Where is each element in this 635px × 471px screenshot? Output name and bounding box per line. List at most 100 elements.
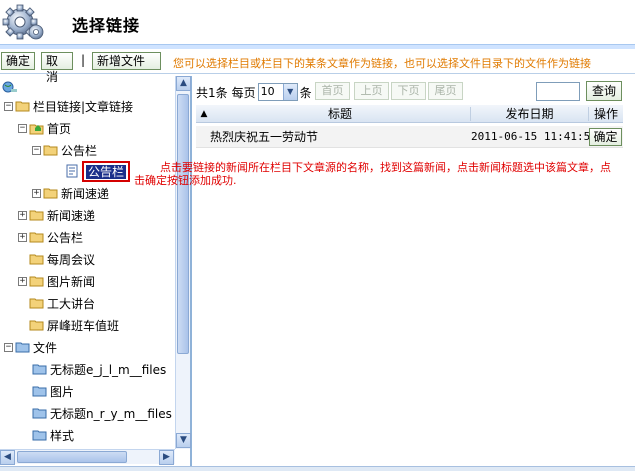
header: 选择链接	[0, 0, 635, 44]
tree-node-label[interactable]: 工大讲台	[47, 295, 95, 312]
folder-icon	[29, 296, 45, 310]
tree-node-label[interactable]: 屏峰班车值班	[47, 317, 119, 334]
toolbar: 确定 取消 | 新增文件 您可以选择栏目或栏目下的某条文章作为链接，也可以选择文…	[0, 50, 635, 84]
tree-node-notice-2[interactable]: + 公告栏	[18, 228, 83, 246]
row-title[interactable]: 热烈庆祝五一劳动节	[210, 126, 318, 148]
pager: 共1条 每页 10 ▼ 条	[196, 82, 312, 102]
header-action: 操作	[593, 107, 618, 121]
cancel-button[interactable]: 取消	[41, 52, 73, 84]
tree-node-file[interactable]: 无标题e_j_l_m__files	[32, 360, 166, 378]
scroll-down-icon[interactable]: ▼	[176, 433, 191, 448]
prev-page-button[interactable]: 上页	[354, 82, 389, 100]
scroll-up-icon[interactable]: ▲	[176, 76, 191, 91]
article-panel: 共1条 每页 10 ▼ 条 首页 上页 下页 尾页 查询 ▲ 标题 发布日期 操…	[194, 76, 635, 466]
tree-node-shuttle-duty[interactable]: 屏峰班车值班	[29, 316, 119, 334]
scroll-right-icon[interactable]: ▶	[159, 450, 174, 465]
note-line: 点击要链接的新闻所在栏目下文章源的名称，找到这篇新闻，点击新闻标题选中该篇文章，…	[160, 161, 611, 174]
expand-icon[interactable]: +	[18, 276, 27, 286]
note-line: 击确定按钮添加成功.	[134, 174, 237, 187]
header-divider	[0, 44, 635, 49]
tree-vertical-scrollbar[interactable]: ▲ ▼	[175, 76, 191, 449]
tree-node-label[interactable]: 图片	[50, 383, 74, 400]
expand-icon[interactable]: +	[18, 232, 27, 242]
folder-icon	[29, 252, 45, 266]
toolbar-hint: 您可以选择栏目或栏目下的某条文章作为链接，也可以选择文件目录下的文件作为链接	[173, 57, 591, 70]
last-page-button[interactable]: 尾页	[428, 82, 463, 100]
search-input[interactable]	[536, 82, 580, 101]
row-date: 2011-06-15 11:41:56	[471, 130, 597, 143]
tree-node-label[interactable]: 栏目链接|文章链接	[33, 98, 133, 115]
scroll-thumb[interactable]	[177, 94, 189, 354]
tree-node-weekly-meeting[interactable]: 每周会议	[29, 250, 95, 268]
next-page-button[interactable]: 下页	[391, 82, 426, 100]
folder-icon	[29, 230, 45, 244]
tree-node-label[interactable]: 公告栏	[61, 142, 97, 159]
tree-panel: − 栏目链接|文章链接 − 首页 − 公告栏 公告栏 + 新闻速递 + 新闻速递…	[0, 76, 192, 466]
home-icon	[29, 121, 45, 135]
tree-node-label[interactable]: 首页	[47, 120, 71, 137]
selected-source-highlight[interactable]: 公告栏	[82, 160, 131, 182]
tree-node-label[interactable]: 无标题e_j_l_m__files	[50, 361, 166, 378]
globe-icon	[2, 80, 18, 94]
sort-icon[interactable]: ▲	[198, 105, 210, 123]
collapse-icon[interactable]: −	[4, 342, 13, 352]
tree-node-lecture[interactable]: 工大讲台	[29, 294, 95, 312]
tree-node-news[interactable]: + 新闻速递	[18, 206, 95, 224]
tree-node-label[interactable]: 无标题n_r_y_m__files	[50, 405, 172, 422]
folder-open-icon	[15, 99, 31, 113]
folder-icon	[43, 186, 59, 200]
tree-root-node[interactable]	[2, 78, 20, 96]
first-page-button[interactable]: 首页	[315, 82, 350, 100]
header-date[interactable]: 发布日期	[471, 105, 588, 123]
blue-folder-icon	[32, 384, 48, 398]
tree-node-label[interactable]: 每周会议	[47, 251, 95, 268]
tree-node-label[interactable]: 公告栏	[47, 229, 83, 246]
folder-open-icon	[43, 143, 59, 157]
status-bar	[0, 466, 635, 471]
per-page-label: 每页	[231, 85, 256, 100]
expand-icon[interactable]: +	[18, 210, 27, 220]
scroll-left-icon[interactable]: ◀	[0, 450, 15, 465]
instruction-note: 点击要链接的新闻所在栏目下文章源的名称，找到这篇新闻，点击新闻标题选中该篇文章，…	[134, 161, 634, 187]
tree-horizontal-scrollbar[interactable]: ◀ ▶	[0, 449, 175, 465]
folder-icon	[29, 208, 45, 222]
tree-node-column-root[interactable]: − 栏目链接|文章链接	[4, 97, 133, 115]
per-page-value: 10	[260, 85, 275, 98]
search-button[interactable]: 查询	[586, 81, 622, 101]
tree-node-file[interactable]: 图片	[32, 382, 74, 400]
per-page-select[interactable]: 10 ▼	[257, 83, 298, 101]
page-title: 选择链接	[72, 16, 141, 35]
tree-node-file[interactable]: 无标题n_r_y_m__files	[32, 404, 172, 422]
tree-node-photo-news[interactable]: + 图片新闻	[18, 272, 95, 290]
scroll-thumb[interactable]	[17, 451, 127, 463]
new-file-button[interactable]: 新增文件	[92, 52, 161, 70]
tree-node-notice[interactable]: − 公告栏	[32, 141, 97, 159]
tree-node-label[interactable]: 文件	[33, 339, 57, 356]
gear-icon	[2, 2, 46, 42]
tree-node-notice-source[interactable]: 公告栏	[64, 160, 131, 182]
collapse-icon[interactable]: −	[32, 145, 41, 155]
grid-header: ▲ 标题 发布日期 操作	[196, 105, 623, 123]
tree-node-label[interactable]: 样式	[50, 427, 74, 444]
tree-node-file[interactable]: 样式	[32, 426, 74, 444]
table-row[interactable]: 热烈庆祝五一劳动节 2011-06-15 11:41:56 确定	[196, 126, 623, 148]
total-count: 共1条	[196, 85, 228, 100]
folder-icon	[29, 274, 45, 288]
collapse-icon[interactable]: −	[18, 123, 27, 133]
tree-node-news-child[interactable]: + 新闻速递	[32, 184, 109, 202]
tree-node-label[interactable]: 图片新闻	[47, 273, 95, 290]
per-page-unit: 条	[299, 85, 312, 100]
confirm-button[interactable]: 确定	[1, 52, 35, 70]
toolbar-separator: |	[81, 53, 86, 67]
chevron-down-icon[interactable]: ▼	[282, 84, 297, 100]
row-confirm-button[interactable]: 确定	[589, 128, 622, 146]
tree-node-home[interactable]: − 首页	[18, 119, 71, 137]
header-title[interactable]: 标题	[210, 105, 470, 123]
tree-node-label[interactable]: 公告栏	[86, 164, 127, 179]
tree-node-label[interactable]: 新闻速递	[47, 207, 95, 224]
tree-node-files-root[interactable]: − 文件	[4, 338, 57, 356]
blue-folder-icon	[32, 406, 48, 420]
collapse-icon[interactable]: −	[4, 101, 13, 111]
tree-node-label[interactable]: 新闻速递	[61, 185, 109, 202]
expand-icon[interactable]: +	[32, 188, 41, 198]
